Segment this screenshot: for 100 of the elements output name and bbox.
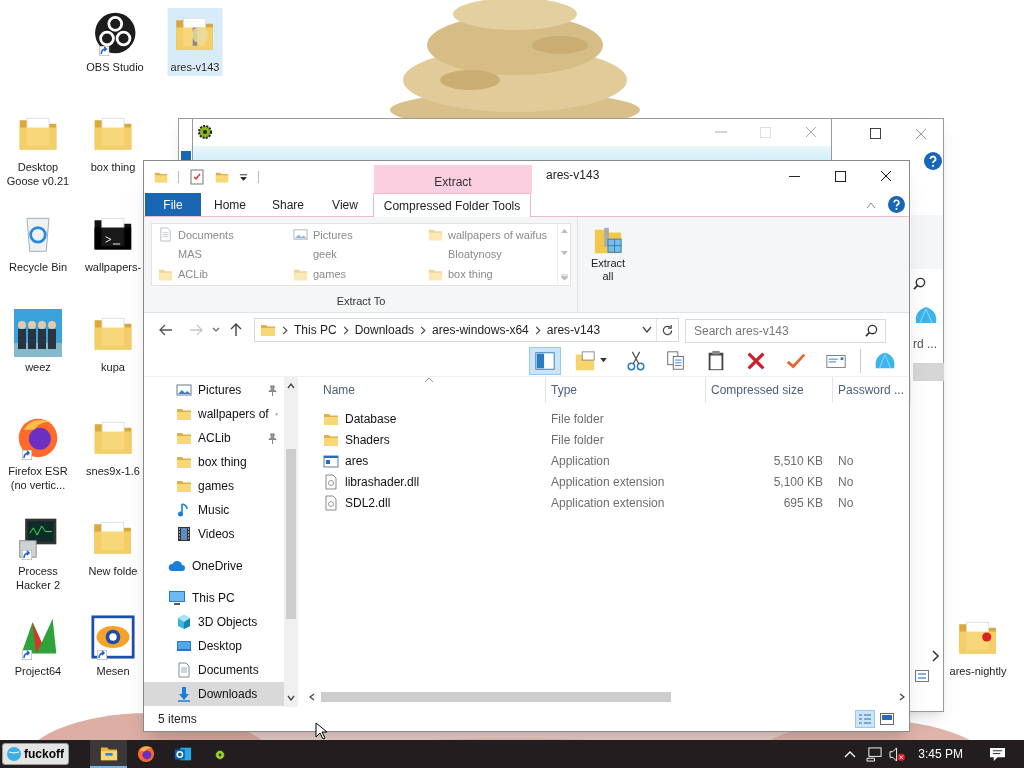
location-item[interactable]: ACLib	[152, 264, 287, 284]
desktop-icon-label[interactable]: OBS Studio	[86, 60, 144, 74]
breadcrumb[interactable]: Downloads	[354, 321, 415, 339]
properties-icon[interactable]	[189, 169, 205, 185]
location-item[interactable]: geek	[287, 244, 422, 265]
film-icon	[176, 526, 192, 542]
nav-item[interactable]: ACLib	[144, 426, 284, 450]
nav-item[interactable]: box thing	[144, 450, 284, 474]
scrollbar-thumb[interactable]	[286, 449, 296, 619]
nav-item[interactable]: Videos	[144, 522, 284, 546]
nav-item[interactable]: Pictures	[144, 378, 284, 402]
document-icon	[158, 227, 173, 243]
file-name[interactable]: ares	[301, 451, 546, 470]
file-name[interactable]: Database	[301, 409, 546, 428]
large-icons-button[interactable]	[877, 710, 897, 728]
desktop-icon-label[interactable]: Process Hacker 2	[6, 564, 70, 592]
location-item[interactable]: box thing	[422, 264, 557, 284]
clock[interactable]: 3:45 PM	[918, 745, 963, 763]
location-item[interactable]: Documents	[152, 225, 287, 245]
breadcrumb[interactable]: ares-v143	[546, 321, 601, 339]
chevron-right-icon[interactable]	[932, 650, 940, 662]
application-icon	[323, 452, 339, 469]
location-item[interactable]: MAS	[152, 244, 287, 265]
scroll-right-icon	[899, 693, 905, 701]
firefox-icon	[136, 745, 155, 763]
desktop-icon-label[interactable]: ares-v143	[170, 60, 220, 74]
scroll-down-icon	[287, 695, 295, 701]
file-name[interactable]: librashader.dll	[301, 472, 546, 491]
column-header[interactable]: Password ...	[833, 377, 911, 403]
dropdown-icon[interactable]	[239, 172, 248, 182]
nav-item[interactable]: Downloads	[144, 682, 284, 706]
recent-locations-button[interactable]	[210, 327, 222, 333]
location-item[interactable]: Pictures	[287, 225, 422, 245]
nav-item[interactable]: Desktop	[144, 634, 284, 658]
ribbon-tab[interactable]: Compressed Folder Tools	[373, 193, 531, 217]
shell-icon[interactable]	[914, 305, 938, 325]
maximize-icon[interactable]	[870, 128, 881, 139]
folder-icon	[260, 322, 276, 338]
column-header[interactable]: Type	[546, 377, 706, 403]
mesen-icon[interactable]	[91, 615, 135, 659]
scrollbar-thumb[interactable]	[321, 692, 671, 702]
ribbon-tab[interactable]: Home	[201, 193, 259, 216]
desktop-icon-label[interactable]: box thing	[90, 160, 136, 174]
desktop-icon-label[interactable]: Project64	[14, 664, 62, 678]
group-label: Extract To	[336, 294, 386, 309]
table-cell-text: No	[837, 494, 855, 512]
desktop-icon-label[interactable]: wallpapers-	[84, 260, 142, 274]
breadcrumb[interactable]: This PC	[294, 321, 337, 339]
nav-item[interactable]: wallpapers of	[144, 402, 284, 426]
search-field[interactable]: Search ares-v143	[685, 318, 886, 343]
breadcrumb[interactable]: ares-windows-x64	[432, 321, 529, 339]
desktop-icon-label[interactable]: Recycle Bin	[8, 260, 68, 274]
collapse-ribbon-icon[interactable]	[866, 200, 876, 209]
file-name[interactable]: Shaders	[301, 430, 546, 449]
desktop-icon-label[interactable]: snes9x-1.6	[86, 464, 140, 478]
desktop-icon-label[interactable]: kupa	[101, 360, 125, 374]
location-item[interactable]: wallpapers of waifus	[422, 225, 557, 245]
desktop-icon-label[interactable]: Mesen	[96, 664, 130, 678]
selection-highlight[interactable]: ares-v143	[167, 8, 223, 76]
desktop-icon-label[interactable]: New folde	[88, 564, 138, 578]
obs-icon[interactable]	[93, 11, 137, 55]
chevron-up-icon[interactable]	[844, 750, 857, 758]
desktop-icon-label[interactable]: Desktop Goose v0.21	[6, 160, 70, 188]
taskbar-button[interactable]	[90, 740, 127, 768]
nav-item[interactable]: games	[144, 474, 284, 498]
table-cell-text: Application	[550, 452, 611, 470]
extract-all-button[interactable]: Extract all	[584, 223, 632, 312]
sort-caret-icon	[424, 377, 434, 383]
location-item[interactable]: games	[287, 264, 422, 284]
nav-item[interactable]: Documents	[144, 658, 284, 682]
nav-item[interactable]: This PC	[144, 586, 284, 610]
desktop-icon-label[interactable]: weez	[25, 360, 51, 374]
chevron-right-icon	[342, 325, 349, 335]
close-icon[interactable]	[805, 126, 817, 138]
copy-icon	[665, 349, 687, 372]
vertical-scrollbar[interactable]	[284, 377, 298, 707]
details-view-icon[interactable]	[915, 670, 929, 682]
desktop-icon-label[interactable]: ares-nightly	[949, 664, 1007, 678]
volume-muted-icon[interactable]	[889, 746, 907, 762]
close-icon[interactable]	[915, 128, 927, 140]
search-icon[interactable]	[913, 277, 926, 290]
desktop-icon-label[interactable]: Firefox ESR (no vertic...	[6, 464, 70, 492]
ribbon-tab[interactable]: View	[317, 193, 373, 216]
ribbon-tab[interactable]: Share	[259, 193, 317, 216]
column-header[interactable]: Compressed size	[706, 377, 833, 403]
file-name[interactable]: SDL2.dll	[301, 493, 546, 512]
notification-icon[interactable]	[989, 746, 1006, 762]
column-header[interactable]: Name	[301, 377, 546, 403]
address-bar[interactable]: This PC Downloads ares-windows-x64 ares-v143	[254, 318, 679, 342]
help-icon[interactable]	[924, 152, 942, 170]
scroll-up-icon	[287, 383, 295, 389]
nav-item[interactable]: OneDrive	[144, 554, 284, 578]
start-button[interactable]: fuckoff	[2, 743, 69, 765]
network-icon[interactable]	[866, 746, 884, 762]
file-menu-button[interactable]: File	[145, 193, 201, 216]
nav-item[interactable]: Music	[144, 498, 284, 522]
help-icon[interactable]	[888, 196, 905, 213]
nav-item[interactable]: 3D Objects	[144, 610, 284, 634]
toolbar-button[interactable]	[529, 346, 561, 375]
location-item[interactable]: Bloatynosy	[422, 244, 557, 265]
